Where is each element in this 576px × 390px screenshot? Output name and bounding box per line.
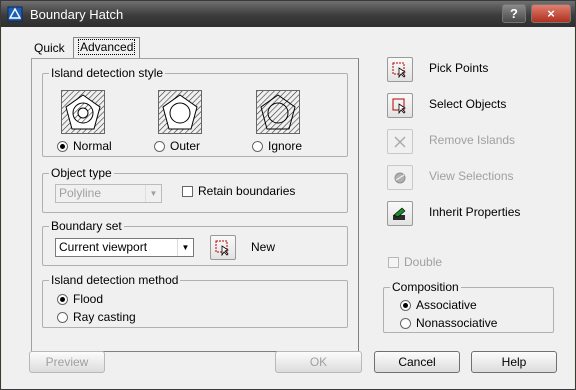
title-bar: Boundary Hatch ? × xyxy=(1,1,575,27)
radio-dot xyxy=(57,140,68,152)
chevron-down-icon: ▼ xyxy=(145,185,161,202)
checkbox-box xyxy=(388,256,399,268)
boundary-hatch-dialog: Boundary Hatch ? × Quick Advanced Island… xyxy=(0,0,576,390)
radio-dot xyxy=(57,293,68,305)
radio-label: Ignore xyxy=(268,139,303,153)
boundary-set-select[interactable]: Current viewport ▼ xyxy=(55,238,194,257)
select-objects-icon xyxy=(392,98,406,114)
radio-label: Associative xyxy=(416,298,477,312)
double-checkbox[interactable]: Double xyxy=(388,255,442,269)
group-legend: Object type xyxy=(49,166,114,180)
style-outer-radio[interactable]: Outer xyxy=(154,139,200,153)
inherit-properties-label[interactable]: Inherit Properties xyxy=(429,205,520,219)
group-legend: Island detection style xyxy=(49,66,166,80)
radio-label: Ray casting xyxy=(73,310,136,324)
tab-advanced-label: Advanced xyxy=(78,39,136,55)
radio-label: Flood xyxy=(73,292,104,306)
radio-dot xyxy=(252,140,263,152)
window-title: Boundary Hatch xyxy=(30,7,124,22)
preview-button[interactable]: Preview xyxy=(29,351,105,373)
ok-button[interactable]: OK xyxy=(275,351,362,373)
radio-label: Outer xyxy=(170,139,201,153)
remove-islands-button[interactable] xyxy=(387,129,413,154)
new-boundary-set-button[interactable] xyxy=(210,235,236,260)
view-selections-label[interactable]: View Selections xyxy=(429,169,514,183)
group-legend: Composition xyxy=(390,280,461,294)
select-objects-button[interactable] xyxy=(387,93,413,118)
tab-quick[interactable]: Quick xyxy=(29,39,70,59)
group-legend: Boundary set xyxy=(49,219,124,233)
radio-dot xyxy=(57,311,68,323)
radio-dot xyxy=(154,140,165,152)
radio-dot xyxy=(400,299,411,311)
associative-radio[interactable]: Associative xyxy=(400,298,477,312)
inherit-properties-icon xyxy=(393,207,406,220)
nonassociative-radio[interactable]: Nonassociative xyxy=(400,316,497,330)
chevron-down-icon: ▼ xyxy=(177,239,193,256)
inherit-properties-button[interactable] xyxy=(387,201,413,226)
dialog-body: Quick Advanced Island detection style No… xyxy=(2,27,574,389)
style-normal-radio[interactable]: Normal xyxy=(57,139,112,153)
radio-label: Normal xyxy=(73,139,112,153)
select-objects-label[interactable]: Select Objects xyxy=(429,97,506,111)
checkbox-label: Double xyxy=(404,255,443,269)
ignore-style-preview[interactable] xyxy=(256,90,300,134)
method-ray-casting-radio[interactable]: Ray casting xyxy=(57,310,136,324)
retain-boundaries-checkbox[interactable]: Retain boundaries xyxy=(182,184,295,198)
pick-points-label[interactable]: Pick Points xyxy=(429,61,488,75)
radio-label: Nonassociative xyxy=(416,316,498,330)
pick-points-button[interactable] xyxy=(387,57,413,82)
select-value: Current viewport xyxy=(59,240,148,254)
close-button[interactable]: × xyxy=(531,4,571,23)
normal-style-preview[interactable] xyxy=(61,90,105,134)
view-selections-icon xyxy=(394,172,406,184)
method-flood-radio[interactable]: Flood xyxy=(57,292,103,306)
help-button[interactable]: Help xyxy=(471,351,557,373)
title-help-button[interactable]: ? xyxy=(502,4,526,23)
remove-islands-icon xyxy=(394,136,406,148)
app-icon xyxy=(7,6,23,22)
tab-advanced[interactable]: Advanced xyxy=(73,37,141,58)
checkbox-label: Retain boundaries xyxy=(198,184,296,198)
checkbox-box xyxy=(182,185,193,197)
outer-style-preview[interactable] xyxy=(158,90,202,134)
pick-points-icon xyxy=(392,62,406,78)
style-ignore-radio[interactable]: Ignore xyxy=(252,139,302,153)
pick-cursor-icon xyxy=(215,240,229,256)
remove-islands-label[interactable]: Remove Islands xyxy=(429,133,515,147)
group-legend: Island detection method xyxy=(49,273,181,287)
object-type-select[interactable]: Polyline ▼ xyxy=(55,184,162,203)
view-selections-button[interactable] xyxy=(387,165,413,190)
new-label[interactable]: New xyxy=(251,240,275,254)
cancel-button[interactable]: Cancel xyxy=(374,351,460,373)
radio-dot xyxy=(400,317,411,329)
select-value: Polyline xyxy=(59,186,102,200)
